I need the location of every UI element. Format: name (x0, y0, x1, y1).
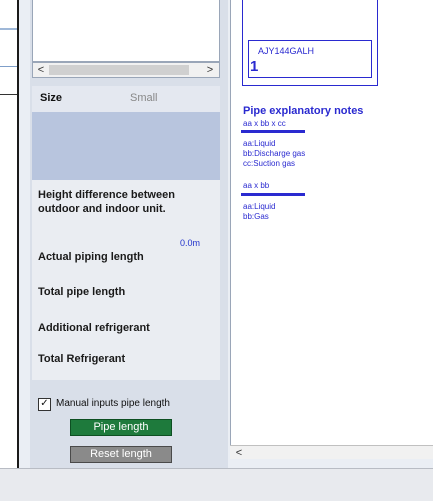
pipe-length-button[interactable]: Pipe length (70, 419, 172, 436)
actual-piping-length-label: Actual piping length (38, 251, 144, 263)
height-difference-value: 0.0m (180, 238, 201, 248)
notes-group1-header: aa x bb x cc (243, 119, 286, 128)
total-pipe-length-label: Total pipe length (38, 286, 126, 298)
size-row: Size Small (32, 86, 220, 112)
additional-refrigerant-label: Additional refrigerant (38, 322, 150, 334)
diagram-horizontal-scrollbar[interactable]: < (230, 445, 433, 459)
notes-group2-item: aa:Liquid (243, 202, 276, 211)
scroll-right-arrow-icon[interactable]: > (203, 63, 217, 77)
size-value[interactable]: Small (130, 92, 158, 104)
manual-inputs-label: Manual inputs pipe length (56, 398, 170, 409)
notes-group2-header: aa x bb (243, 181, 270, 190)
reset-length-button[interactable]: Reset length (70, 446, 172, 463)
size-label: Size (40, 92, 63, 104)
notes-group1-item: bb:Discharge gas (243, 149, 306, 158)
total-refrigerant-label: Total Refrigerant (38, 353, 126, 365)
notes-group2-underline (241, 193, 305, 196)
preview-horizontal-scrollbar[interactable]: < > (32, 62, 220, 78)
notes-group1-underline (241, 130, 305, 133)
unit-preview-box (32, 0, 220, 62)
unit-model-name: AJY144GALH (258, 46, 315, 56)
notes-group1-item: aa:Liquid (243, 139, 276, 148)
pipe-notes-title: Pipe explanatory notes (243, 105, 364, 117)
notes-group2-item: bb:Gas (243, 212, 269, 221)
notes-group1-item: cc:Suction gas (243, 159, 296, 168)
status-bar (0, 468, 433, 501)
scroll-left-arrow-icon[interactable]: < (34, 63, 48, 77)
manual-inputs-checkbox[interactable]: ✓ (38, 398, 51, 411)
unit-count: 1 (250, 58, 259, 75)
scrollbar-thumb[interactable] (49, 65, 189, 75)
diagram-scroll-left-arrow-icon[interactable]: < (232, 446, 246, 460)
height-difference-label: Height difference between outdoor and in… (38, 189, 175, 215)
selection-area (32, 112, 220, 180)
